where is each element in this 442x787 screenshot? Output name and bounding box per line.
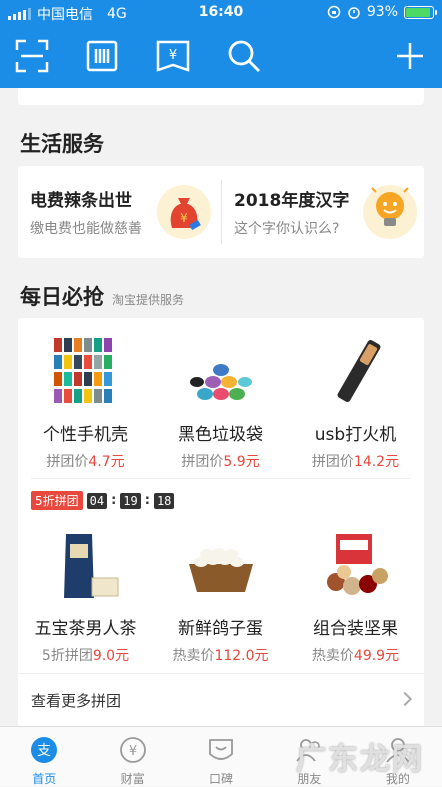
alipay-home-icon: 支 xyxy=(31,737,58,763)
tab-label: 首页 xyxy=(32,772,57,786)
scan-icon[interactable] xyxy=(12,36,52,76)
koubei-icon xyxy=(209,739,233,760)
product-name: 个性手机壳 xyxy=(43,425,128,445)
timer-hours: 04 xyxy=(86,492,108,509)
tab-koubei[interactable]: 口碑 xyxy=(177,727,265,786)
life-services-card: 电费辣条出世 缴电费也能做慈善 ¥ 2018年度汉字 这个字你认识么? xyxy=(18,166,424,258)
product-mixed-nuts[interactable]: 组合装坚果 热卖价49.9元 xyxy=(288,530,423,665)
app-header: 中国电信 4G 16:40 93% ¥ xyxy=(0,0,442,88)
product-name: 五宝茶男人茶 xyxy=(34,619,137,639)
card-icon[interactable]: ¥ xyxy=(153,36,193,76)
product-image xyxy=(171,530,271,602)
see-more-label: 查看更多拼团 xyxy=(31,692,122,710)
tab-wealth[interactable]: ¥ 财富 xyxy=(88,727,176,786)
flash-sale-timer: 5折拼团 04 : 19 : 18 xyxy=(31,491,175,510)
svg-text:¥: ¥ xyxy=(169,48,177,63)
product-tea[interactable]: 五宝茶男人茶 5折拼团9.0元 xyxy=(18,530,153,665)
product-image xyxy=(36,336,136,408)
header-toolbar: ¥ xyxy=(0,36,442,78)
wealth-icon: ¥ xyxy=(119,737,146,763)
battery-icon xyxy=(404,5,437,19)
price-label: 拼团价 xyxy=(46,454,89,470)
price-value: 9.0元 xyxy=(92,648,130,664)
tab-label: 口碑 xyxy=(209,772,234,786)
svg-text:支: 支 xyxy=(37,743,51,759)
row-divider xyxy=(31,478,411,479)
product-price: 拼团价4.7元 xyxy=(18,451,153,471)
product-garbage-bag[interactable]: 黑色垃圾袋 拼团价5.9元 xyxy=(153,336,288,471)
product-name: 黑色垃圾袋 xyxy=(178,425,263,445)
service-subtitle: 缴电费也能做慈善 xyxy=(30,221,142,237)
timer-separator: : xyxy=(144,493,150,508)
rotation-lock-icon xyxy=(327,5,341,19)
pay-code-icon[interactable] xyxy=(82,36,122,76)
lightbulb-icon xyxy=(363,185,417,239)
service-word-of-year[interactable]: 2018年度汉字 这个字你认识么? xyxy=(222,166,424,258)
money-bag-icon: ¥ xyxy=(157,185,211,239)
add-icon[interactable] xyxy=(390,36,430,76)
product-name: usb打火机 xyxy=(314,425,397,445)
life-services-title: 生活服务 xyxy=(20,132,104,156)
product-name: 新鲜鸽子蛋 xyxy=(178,619,263,639)
product-price: 拼团价5.9元 xyxy=(153,451,288,471)
product-price: 拼团价14.2元 xyxy=(288,451,423,471)
price-value: 112.0元 xyxy=(214,648,269,664)
product-image xyxy=(306,336,406,408)
see-more-link[interactable]: 查看更多拼团 xyxy=(18,673,424,725)
daily-deals-card: 个性手机壳 拼团价4.7元 黑色垃圾袋 拼团价5.9元 usb打火机 拼团价14… xyxy=(18,318,424,726)
tab-label: 财富 xyxy=(120,772,145,786)
product-pigeon-eggs[interactable]: 新鲜鸽子蛋 热卖价112.0元 xyxy=(153,530,288,665)
service-title: 2018年度汉字 xyxy=(234,191,350,211)
price-value: 5.9元 xyxy=(223,454,260,470)
timer-seconds: 18 xyxy=(153,492,175,509)
daily-deals-provider: 淘宝提供服务 xyxy=(112,293,185,307)
product-image xyxy=(171,336,271,408)
product-image xyxy=(306,530,406,602)
status-bar: 中国电信 4G 16:40 93% xyxy=(0,0,442,24)
service-title: 电费辣条出世 xyxy=(30,191,132,211)
watermark: 广东龙网 xyxy=(296,742,424,777)
product-usb-lighter[interactable]: usb打火机 拼团价14.2元 xyxy=(288,336,423,471)
product-name: 组合装坚果 xyxy=(313,619,398,639)
search-icon[interactable] xyxy=(224,36,264,76)
price-value: 14.2元 xyxy=(353,454,400,470)
price-label: 热卖价 xyxy=(311,648,354,664)
timer-minutes: 19 xyxy=(120,492,141,509)
product-price: 热卖价49.9元 xyxy=(288,645,423,665)
flash-sale-badge: 5折拼团 xyxy=(31,491,83,510)
product-image xyxy=(36,530,136,602)
previous-card xyxy=(18,88,424,105)
price-label: 拼团价 xyxy=(181,454,224,470)
chevron-right-icon xyxy=(397,691,413,707)
daily-deals-heading: 每日必抢 xyxy=(20,285,104,309)
product-price: 5折拼团9.0元 xyxy=(18,645,153,665)
timer-separator: : xyxy=(111,493,117,508)
battery-percent: 93% xyxy=(366,4,398,20)
price-label: 热卖价 xyxy=(172,648,215,664)
tab-home[interactable]: 支 首页 xyxy=(0,727,88,786)
alarm-icon xyxy=(348,7,360,19)
status-right: 93% xyxy=(327,4,437,20)
daily-deals-title: 每日必抢 淘宝提供服务 xyxy=(20,281,184,311)
svg-text:¥: ¥ xyxy=(180,211,188,225)
product-price: 热卖价112.0元 xyxy=(153,645,288,665)
price-label: 拼团价 xyxy=(311,454,354,470)
service-subtitle: 这个字你认识么? xyxy=(234,221,340,237)
price-label: 5折拼团 xyxy=(41,648,93,664)
price-value: 49.9元 xyxy=(353,648,400,664)
service-electricity[interactable]: 电费辣条出世 缴电费也能做慈善 ¥ xyxy=(18,166,221,258)
svg-text:¥: ¥ xyxy=(128,744,136,759)
product-phone-case[interactable]: 个性手机壳 拼团价4.7元 xyxy=(18,336,153,471)
price-value: 4.7元 xyxy=(88,454,125,470)
